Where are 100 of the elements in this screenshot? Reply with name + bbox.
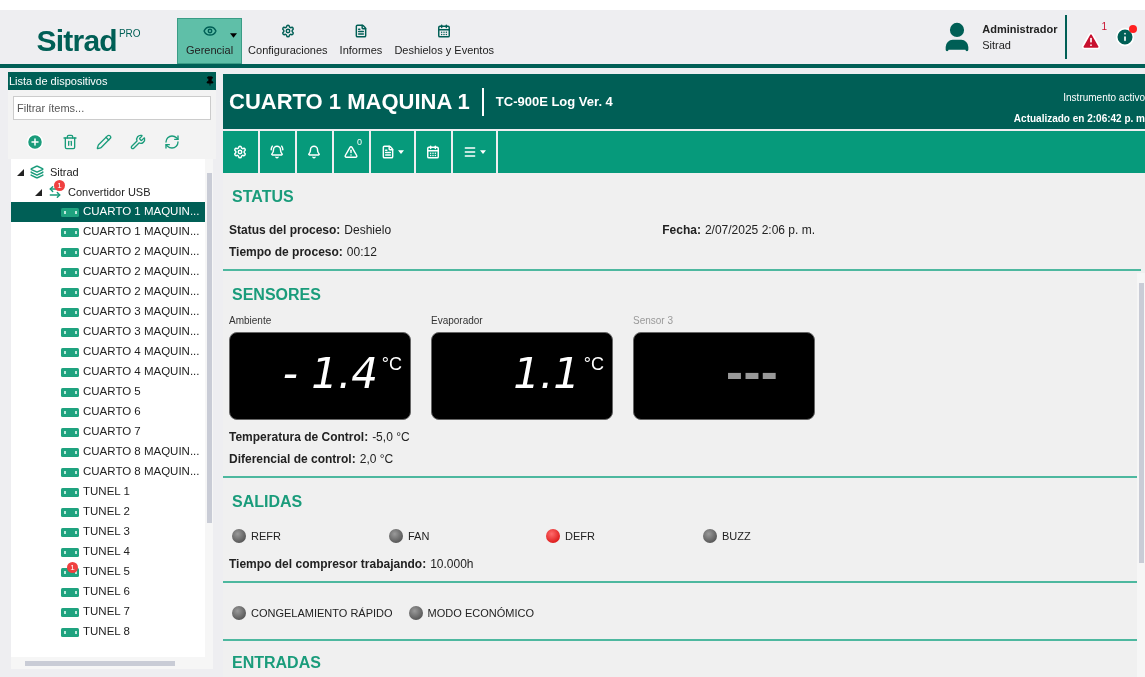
stack-icon: [30, 165, 44, 179]
tree-item[interactable]: TUNEL 2: [11, 502, 205, 522]
field-label: Tiempo de proceso:: [229, 244, 343, 261]
device-icon: [61, 367, 79, 377]
device-icon: [61, 267, 79, 277]
document-icon: [353, 23, 368, 38]
last-updated: Actualizado en 2:06:42 p. m: [1013, 111, 1145, 126]
tree-item[interactable]: TUNEL 3: [11, 522, 205, 542]
device-icon: [61, 407, 79, 417]
tree-item[interactable]: CUARTO 2 MAQUIN...: [11, 282, 205, 302]
nav-tab[interactable]: Configuraciones: [242, 18, 334, 64]
user-name: Administrador: [982, 21, 1058, 37]
notification-badge: 1: [54, 180, 65, 191]
refresh-icon[interactable]: [164, 134, 180, 150]
tree-item[interactable]: CUARTO 7: [11, 422, 205, 442]
device-icon: [61, 387, 79, 397]
tree-item[interactable]: CUARTO 4 MAQUIN...: [11, 362, 205, 382]
device-icon: [61, 607, 79, 617]
field-value: 00:12: [346, 244, 377, 261]
field-value: 2,0 °C: [359, 451, 394, 468]
section-title: ENTRADAS: [231, 653, 322, 673]
output-label: FAN: [408, 529, 430, 544]
tree-item[interactable]: TUNEL 1: [11, 482, 205, 502]
device-icon: [61, 427, 79, 437]
tree-item[interactable]: TUNEL 4: [11, 542, 205, 562]
field-value: 2/07/2025 2:06 p. m.: [704, 222, 815, 239]
expand-toggle[interactable]: [17, 168, 24, 176]
sensor-reading: - 1.4: [282, 349, 378, 399]
calendar-icon: [437, 23, 452, 38]
warning-icon: [344, 145, 358, 159]
tools-icon[interactable]: [130, 134, 146, 150]
tree-item[interactable]: CUARTO 3 MAQUIN...: [11, 302, 205, 322]
tree-item[interactable]: TUNEL 8: [11, 622, 205, 642]
document-icon: [381, 145, 395, 159]
add-icon[interactable]: [26, 133, 44, 151]
nav-tab[interactable]: Gerencial: [177, 18, 243, 64]
device-icon: [61, 467, 79, 477]
tree-item[interactable]: CUARTO 2 MAQUIN...: [11, 262, 205, 282]
device-status: Instrumento activo: [1063, 90, 1145, 105]
device-icon: [61, 627, 79, 637]
device-title: CUARTO 1 MAQUINA 1: [229, 88, 470, 116]
horizontal-scrollbar[interactable]: [11, 657, 213, 669]
device-icon: [61, 287, 79, 297]
tree-item[interactable]: TUNEL 7: [11, 602, 205, 622]
menu-icon: [463, 145, 477, 159]
sensor-label: Ambiente: [229, 314, 273, 328]
tree-item[interactable]: CUARTO 8 MAQUIN...: [11, 442, 205, 462]
field-label: Status del proceso:: [229, 222, 341, 239]
output-label: REFR: [251, 529, 281, 544]
mode-label: CONGELAMIENTO RÁPIDO: [251, 605, 393, 621]
tree-item[interactable]: Sitrad: [50, 163, 79, 181]
scrollbar[interactable]: [1137, 273, 1145, 677]
tree-item[interactable]: CUARTO 1 MAQUIN...: [11, 202, 205, 222]
device-icon: [61, 307, 79, 317]
gear-icon: [280, 23, 295, 38]
tree-item[interactable]: CUARTO 5: [11, 382, 205, 402]
device-icon: [61, 207, 79, 217]
tree-item[interactable]: CUARTO 1 MAQUIN...: [11, 222, 205, 242]
device-icon: [61, 527, 79, 537]
nav-tab[interactable]: Informes: [333, 18, 389, 64]
nav-tab[interactable]: Deshielos y Eventos: [388, 18, 501, 64]
warning-icon: [1081, 31, 1102, 51]
tree-item[interactable]: CUARTO 4 MAQUIN...: [11, 342, 205, 362]
delete-icon[interactable]: [62, 134, 78, 150]
device-icon: [61, 327, 79, 337]
pin-icon[interactable]: [205, 76, 215, 86]
eye-icon: [202, 23, 217, 38]
gear-icon: [233, 145, 247, 159]
sensor-label: Sensor 3: [633, 314, 675, 328]
info-icon[interactable]: [1115, 27, 1135, 47]
tree-item[interactable]: Convertidor USB: [68, 183, 151, 201]
tree-item[interactable]: CUARTO 8 MAQUIN...: [11, 462, 205, 482]
sensor-reading: 1.1: [513, 349, 580, 399]
tree-item[interactable]: CUARTO 3 MAQUIN...: [11, 322, 205, 342]
output-label: BUZZ: [722, 529, 751, 544]
section-title: SENSORES: [231, 285, 322, 305]
tree-item[interactable]: CUARTO 6: [11, 402, 205, 422]
device-icon: [61, 227, 79, 237]
field-value: Deshielo: [344, 222, 392, 239]
edit-icon[interactable]: [96, 134, 112, 150]
tree-item[interactable]: TUNEL 6: [11, 582, 205, 602]
alerts-button[interactable]: 1: [1081, 20, 1107, 54]
expand-toggle[interactable]: [35, 188, 42, 196]
sensor-label: Evaporador: [431, 314, 484, 328]
device-icon: [61, 587, 79, 597]
user-organization: Sitrad: [982, 38, 1012, 53]
filter-field[interactable]: Filtrar ítems...: [13, 96, 211, 120]
alert-count: 1: [1101, 22, 1107, 32]
field-label: Temperatura de Control:: [229, 429, 369, 446]
output-label: DEFR: [565, 529, 595, 544]
notification-badge: 1: [67, 561, 78, 573]
device-icon: [61, 447, 79, 457]
tree-item[interactable]: CUARTO 2 MAQUIN...: [11, 242, 205, 262]
device-icon: [61, 547, 79, 557]
device-icon: [61, 247, 79, 257]
device-model: TC-900E Log Ver. 4: [495, 92, 613, 111]
device-icon: [61, 347, 79, 357]
tree-item[interactable]: 1 TUNEL 5: [11, 562, 205, 582]
panel-title: Lista de dispositivos: [9, 73, 108, 89]
sensor-reading: ---: [725, 349, 778, 399]
